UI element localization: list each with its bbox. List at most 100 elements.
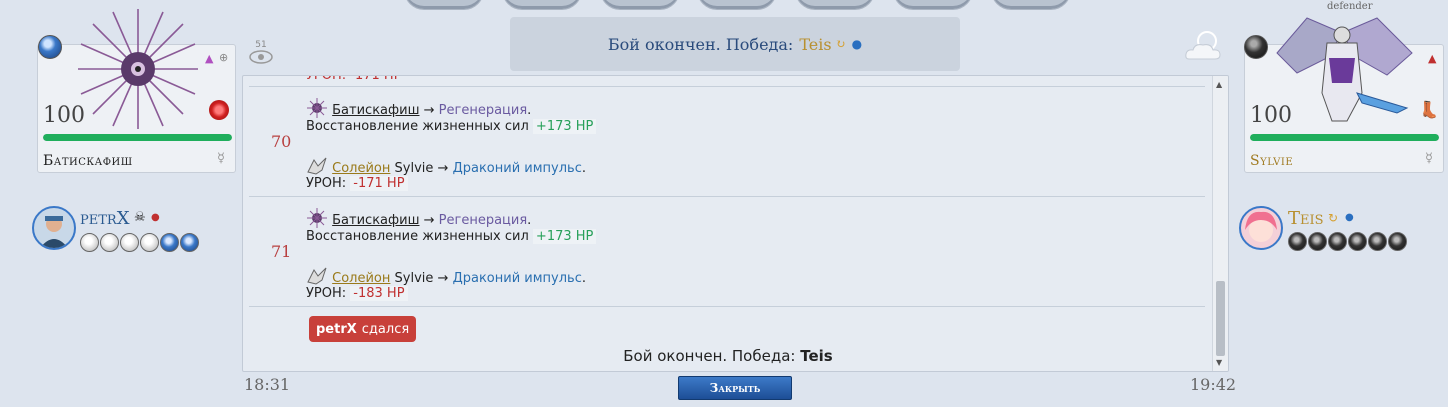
log-divider: [249, 306, 1205, 307]
avatar[interactable]: [32, 206, 76, 250]
time-left: 18:31: [244, 375, 291, 394]
arrow-icon: →: [433, 271, 453, 286]
pokeball-icon: [1244, 35, 1268, 59]
log-scrollbar[interactable]: ▲ ▼: [1212, 76, 1228, 371]
team-ball-icon: [1308, 232, 1327, 251]
held-item-icon: [209, 100, 229, 120]
menu-button-3[interactable]: [600, 0, 680, 10]
move-name[interactable]: Регенерация: [439, 103, 528, 118]
gender-icon: ☿: [217, 151, 225, 166]
surrender-text: сдался: [361, 321, 410, 337]
pokemon-link[interactable]: Батискафиш: [332, 213, 419, 228]
battle-log[interactable]: УРОН: -171 HP 70 Батискафиш → Регенераци…: [242, 75, 1229, 372]
status-winner[interactable]: Teis: [799, 35, 831, 54]
player-name[interactable]: Teis: [1288, 208, 1324, 229]
heal-label: Восстановление жизненных сил: [306, 229, 529, 244]
arrow-icon: →: [423, 213, 439, 228]
urchin-mini-icon: [307, 208, 327, 228]
pokemon-name: Батискафиш: [43, 153, 133, 169]
hp-bar-fill: [43, 134, 232, 141]
reconnect-icon: ↻: [1328, 211, 1339, 225]
team-ball-icon: [1328, 232, 1347, 251]
end-text: Бой окончен. Победа:: [623, 347, 796, 365]
log-line: Восстановление жизненных сил +173 HP: [306, 228, 597, 245]
team-ball-icon: [120, 233, 139, 252]
team-ball-icon: [1368, 232, 1387, 251]
log-line: Батискафиш → Регенерация.: [306, 208, 531, 229]
pokemon-caption: defender: [1327, 1, 1373, 12]
turn-number: 70: [271, 132, 292, 151]
player-team: [1288, 232, 1407, 251]
end-winner: Teis: [800, 347, 833, 365]
enemy-nick: Sylvie: [394, 271, 434, 286]
log-line: УРОН: -171 HP: [306, 175, 408, 192]
pokemon-level: 100: [43, 103, 85, 128]
time-right: 19:42: [1190, 375, 1237, 394]
heal-value: +173 HP: [532, 119, 597, 134]
turn-number: 71: [271, 242, 292, 261]
team-ball-icon: [1388, 232, 1407, 251]
menu-button-2[interactable]: [502, 0, 582, 10]
log-line: Восстановление жизненных сил +173 HP: [306, 118, 597, 135]
scroll-up-icon[interactable]: ▲: [1216, 80, 1222, 89]
right-pokemon-card[interactable]: defender ▲ 👢 100 Sylvie ☿: [1244, 1, 1444, 173]
status-text: Бой окончен. Победа:: [607, 34, 794, 54]
dragon-mini-icon: [307, 267, 327, 285]
menu-button-7[interactable]: [991, 0, 1071, 10]
online-dot-icon: ●: [1345, 212, 1354, 223]
menu-button-5[interactable]: [795, 0, 875, 10]
pokemon-link[interactable]: Солейон: [332, 161, 390, 176]
log-line: Батискафиш → Регенерация.: [306, 98, 531, 119]
log-turn: 70 Батискафиш → Регенерация. Восстановле…: [249, 86, 1205, 197]
heal-value: +173 HP: [532, 229, 597, 244]
heal-label: Восстановление жизненных сил: [306, 119, 529, 134]
pokeball-icon: [38, 35, 62, 59]
log-partial-line: УРОН: -171 HP: [306, 75, 402, 83]
menu-button-6[interactable]: [893, 0, 973, 10]
team-ball-icon: [1348, 232, 1367, 251]
spectators-indicator[interactable]: 51: [248, 40, 274, 67]
scroll-down-icon[interactable]: ▼: [1216, 358, 1222, 367]
move-name[interactable]: Драконий импульс: [453, 271, 582, 286]
scroll-thumb[interactable]: [1216, 281, 1225, 356]
menu-button-4[interactable]: [697, 0, 777, 10]
team-ball-icon: [140, 233, 159, 252]
boots-item-icon: 👢: [1419, 100, 1439, 119]
stat-up-icon: ▲: [205, 52, 214, 65]
player-avatar-icon: [40, 216, 68, 248]
player-team: [80, 233, 199, 252]
reconnect-icon: ↻: [835, 37, 846, 51]
eye-icon: [249, 50, 273, 64]
left-pokemon-card[interactable]: ▲ ⊕ 100 Батискафиш ☿: [37, 9, 236, 173]
hp-bar: [1250, 134, 1439, 141]
menu-button-1[interactable]: [404, 0, 484, 10]
hp-bar-fill: [1250, 134, 1439, 141]
log-turn: 71 Батискафиш → Регенерация. Восстановле…: [249, 196, 1205, 307]
pokemon-name: Sylvie: [1250, 153, 1294, 169]
battle-status-banner: Бой окончен. Победа: Teis ↻ ●: [510, 17, 960, 71]
log-line: УРОН: -183 HP: [306, 285, 408, 302]
damage-label: УРОН:: [306, 176, 347, 191]
avatar[interactable]: [1239, 206, 1283, 250]
damage-value: -183 HP: [350, 286, 408, 301]
hp-bar: [43, 134, 232, 141]
team-ball-icon: [180, 233, 199, 252]
skull-icon: ☠: [134, 210, 146, 225]
surrender-badge: petrX сдался: [309, 316, 417, 342]
team-ball-icon: [160, 233, 179, 252]
spectators-count: 51: [255, 40, 267, 50]
close-button[interactable]: Закрыть: [678, 376, 792, 400]
status-dot-icon: ●: [151, 212, 160, 223]
log-line: Солейон Sylvie → Драконий импульс.: [306, 266, 586, 287]
move-name[interactable]: Регенерация: [439, 213, 528, 228]
cloudy-weather-icon: [1185, 31, 1221, 60]
pokemon-link[interactable]: Батискафиш: [332, 103, 419, 118]
enemy-nick: Sylvie: [394, 161, 434, 176]
move-name[interactable]: Драконий импульс: [453, 161, 582, 176]
dragon-mini-icon: [307, 157, 327, 175]
player-name[interactable]: petrX: [80, 208, 130, 229]
pokemon-link[interactable]: Солейон: [332, 271, 390, 286]
stat-up-icon: ▲: [1428, 52, 1437, 65]
team-ball-icon: [80, 233, 99, 252]
pokemon-level: 100: [1250, 103, 1292, 128]
